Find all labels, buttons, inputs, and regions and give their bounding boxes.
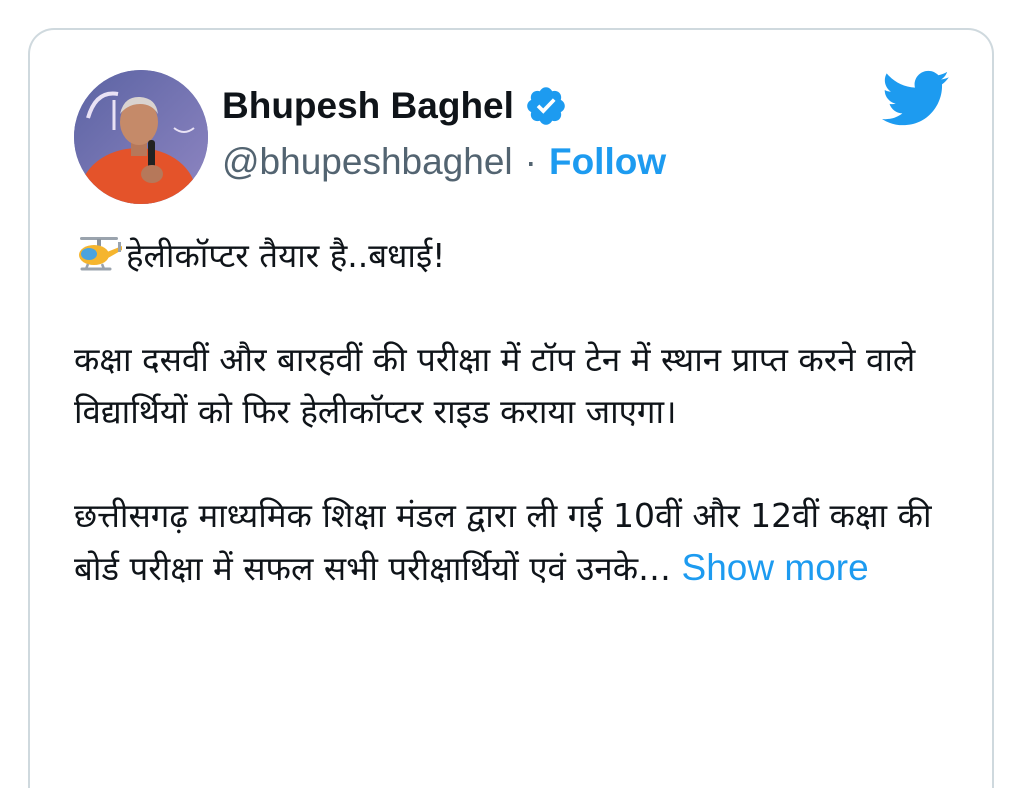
- author-display-name[interactable]: Bhupesh Baghel: [222, 85, 514, 127]
- author-handle-row: @bhupeshbaghel · Follow: [222, 138, 666, 186]
- author-name-row: Bhupesh Baghel: [222, 82, 568, 130]
- handle-separator: ·: [524, 141, 537, 182]
- author-handle[interactable]: @bhupeshbaghel: [222, 141, 513, 183]
- author-avatar[interactable]: [74, 70, 208, 204]
- tweet-line-1-text: हेलीकॉप्टर तैयार है..बधाई!: [126, 236, 446, 275]
- tweet-paragraph-2: कक्षा दसवीं और बारहवीं की परीक्षा में टॉ…: [74, 340, 916, 431]
- tweet-text: हेलीकॉप्टर तैयार है..बधाई! कक्षा दसवीं औ…: [74, 230, 954, 595]
- show-more-link[interactable]: Show more: [682, 547, 869, 588]
- avatar-photo: [74, 70, 208, 204]
- tweet-paragraph-3: छत्तीसगढ़ माध्यमिक शिक्षा मंडल द्वारा ली…: [74, 490, 954, 595]
- verified-badge-icon: [524, 84, 568, 128]
- tweet-line-1: हेलीकॉप्टर तैयार है..बधाई!: [74, 230, 954, 282]
- follow-button[interactable]: Follow: [549, 141, 666, 183]
- twitter-bird-icon[interactable]: [882, 68, 950, 130]
- tweet-card[interactable]: Bhupesh Baghel @bhupeshbaghel · Follow ह…: [28, 28, 994, 788]
- helicopter-icon: [74, 235, 124, 275]
